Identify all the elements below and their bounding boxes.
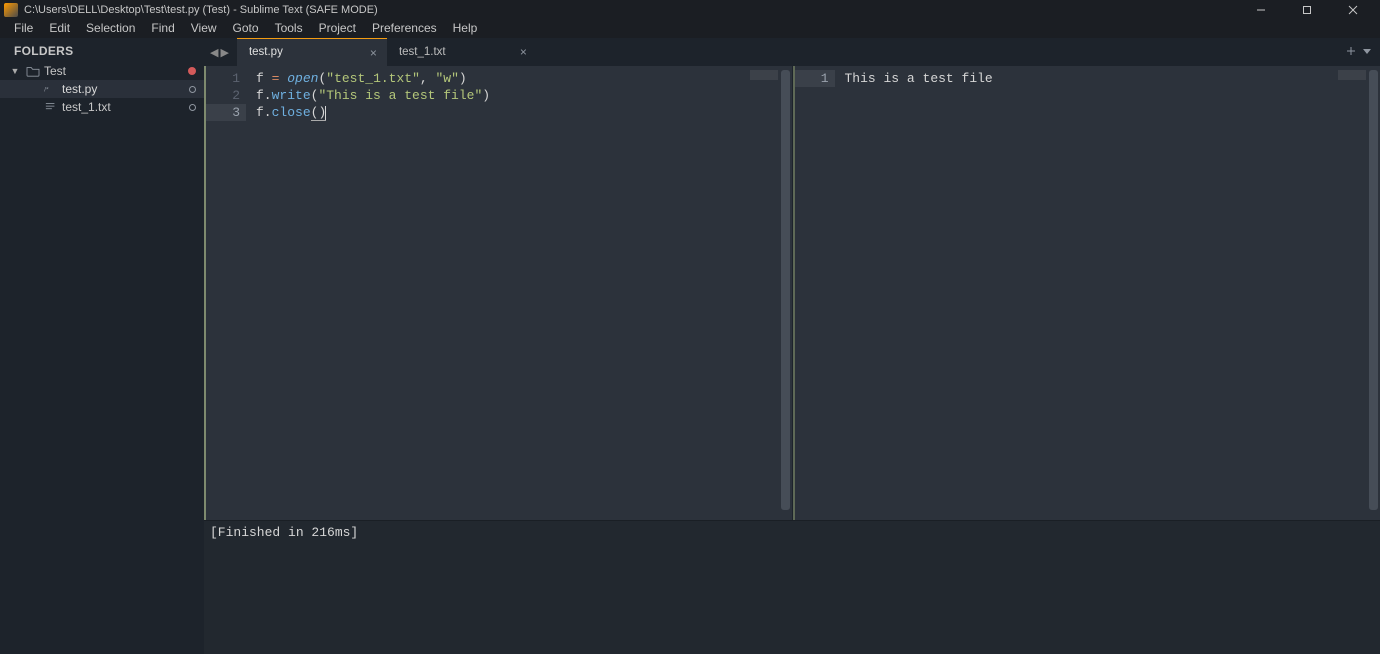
tab-label: test.py	[249, 46, 368, 58]
code-area[interactable]: f = open("test_1.txt", "w") f.write("Thi…	[246, 66, 792, 520]
python-file-icon: /*	[42, 83, 60, 95]
title-bar: C:\Users\DELL\Desktop\Test\test.py (Test…	[0, 0, 1380, 20]
app-icon	[4, 3, 18, 17]
tree-label: test_1.txt	[60, 100, 189, 114]
folder-tree: ▼ Test /* test.py test_1.t	[0, 62, 204, 116]
editor-region: ◀ ▶ test.py × test_1.txt ×	[204, 38, 1380, 654]
open-indicator-icon	[189, 86, 196, 93]
window-controls	[1238, 0, 1376, 20]
nav-back-icon[interactable]: ◀	[210, 46, 218, 59]
minimize-button[interactable]	[1238, 0, 1284, 20]
line-gutter: 1	[793, 66, 835, 520]
scrollbar-thumb[interactable]	[1369, 70, 1378, 510]
text-file-icon	[42, 101, 60, 113]
nav-forward-icon[interactable]: ▶	[220, 46, 228, 59]
minimap[interactable]	[1338, 70, 1366, 80]
window-title: C:\Users\DELL\Desktop\Test\test.py (Test…	[24, 4, 378, 16]
menu-edit[interactable]: Edit	[41, 20, 78, 36]
editor-pane-left[interactable]: 1 2 3 f = open("test_1.txt", "w") f.writ…	[204, 66, 792, 520]
chevron-down-icon[interactable]: ▼	[6, 66, 24, 76]
line-gutter: 1 2 3	[204, 66, 246, 520]
menu-tools[interactable]: Tools	[267, 20, 311, 36]
scrollbar-thumb[interactable]	[781, 70, 790, 510]
tab-history-nav: ◀ ▶	[204, 38, 237, 66]
close-button[interactable]	[1330, 0, 1376, 20]
text-cursor	[325, 106, 326, 120]
tree-file-test-py[interactable]: /* test.py	[0, 80, 204, 98]
menu-find[interactable]: Find	[143, 20, 182, 36]
menu-goto[interactable]: Goto	[225, 20, 267, 36]
modified-dot-icon	[188, 67, 196, 75]
new-tab-icon[interactable]	[1346, 45, 1356, 59]
menu-bar: File Edit Selection Find View Goto Tools…	[0, 20, 1380, 38]
line-number: 2	[206, 87, 240, 104]
menu-preferences[interactable]: Preferences	[364, 20, 445, 36]
open-indicator-icon	[189, 104, 196, 111]
sidebar-header: FOLDERS	[0, 38, 204, 62]
minimap[interactable]	[750, 70, 778, 80]
tree-file-test1-txt[interactable]: test_1.txt	[0, 98, 204, 116]
code-area[interactable]: This is a test file	[835, 66, 1380, 520]
tab-label: test_1.txt	[399, 46, 518, 58]
line-number: 1	[795, 70, 835, 87]
build-output-panel[interactable]: [Finished in 216ms]	[204, 520, 1380, 654]
menu-project[interactable]: Project	[311, 20, 364, 36]
tree-label: test.py	[60, 82, 189, 96]
sidebar: FOLDERS ▼ Test /* test.py	[0, 38, 204, 654]
tree-label: Test	[42, 64, 188, 78]
tab-dropdown-icon[interactable]	[1362, 45, 1372, 59]
menu-help[interactable]: Help	[445, 20, 486, 36]
tab-bar: ◀ ▶ test.py × test_1.txt ×	[204, 38, 1380, 66]
line-number: 1	[206, 70, 240, 87]
folder-icon	[24, 65, 42, 77]
tab-test-py[interactable]: test.py ×	[237, 38, 387, 66]
maximize-button[interactable]	[1284, 0, 1330, 20]
close-icon[interactable]: ×	[368, 46, 379, 60]
editor-pane-right[interactable]: 1 This is a test file	[792, 66, 1380, 520]
menu-selection[interactable]: Selection	[78, 20, 143, 36]
menu-view[interactable]: View	[183, 20, 225, 36]
svg-text:/*: /*	[44, 87, 49, 94]
menu-file[interactable]: File	[6, 20, 41, 36]
tree-folder-test[interactable]: ▼ Test	[0, 62, 204, 80]
line-number: 3	[206, 104, 246, 121]
output-text: [Finished in 216ms]	[210, 525, 358, 540]
close-icon[interactable]: ×	[518, 45, 529, 59]
tab-test1-txt[interactable]: test_1.txt ×	[387, 38, 537, 66]
